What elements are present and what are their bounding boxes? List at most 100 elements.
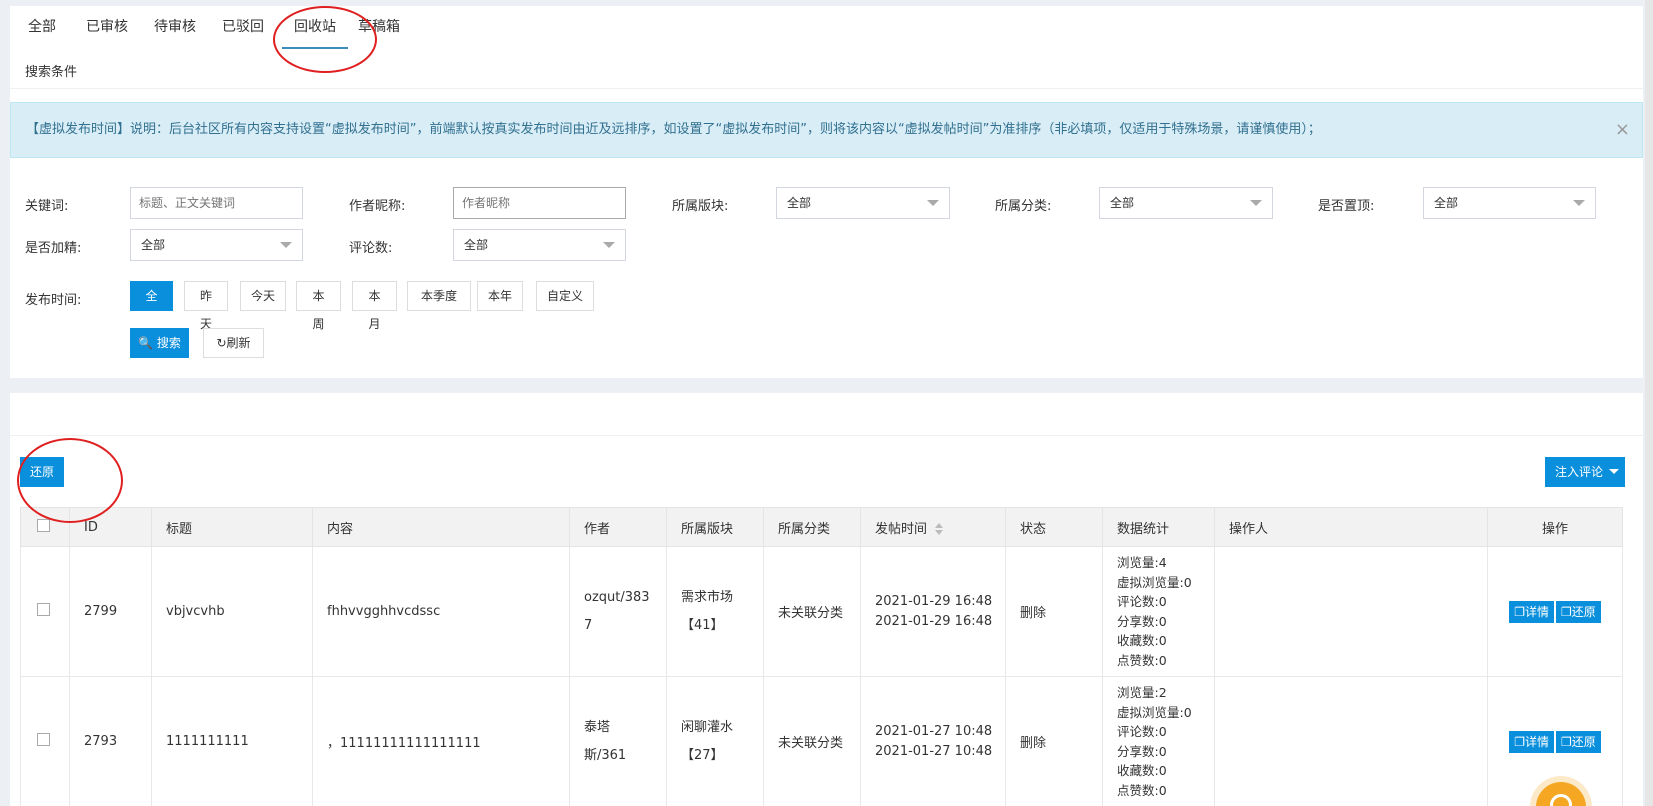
divider — [10, 88, 1643, 89]
sort-icon[interactable] — [935, 523, 944, 535]
keyword-label: 关键词: — [25, 199, 69, 214]
time-quarter-button[interactable]: 本季度 — [407, 281, 471, 311]
col-board: 所属版块 — [666, 507, 764, 547]
featured-select[interactable]: 全部 — [130, 229, 303, 261]
cell-stats: 浏览量:4 虚拟浏览量:0 评论数:0 分享数:0 收藏数:0 点赞数:0 — [1102, 546, 1215, 677]
author-input[interactable] — [453, 187, 626, 219]
col-operator: 操作人 — [1214, 507, 1488, 547]
cell-post-time: 2021-01-29 16:48 2021-01-29 16:48 — [860, 546, 1006, 677]
detail-button[interactable]: ❐详情 — [1509, 730, 1554, 753]
tab-drafts[interactable]: 草稿箱 — [352, 6, 406, 49]
chevron-down-icon — [1609, 469, 1619, 474]
chevron-down-icon — [603, 242, 615, 248]
tab-pending[interactable]: 待审核 — [148, 6, 202, 49]
time-all-button[interactable]: 全部 — [130, 281, 173, 331]
board-select[interactable]: 全部 — [776, 187, 950, 219]
category-value: 全部 — [1110, 196, 1135, 210]
row-select-cell — [20, 546, 70, 677]
inject-comment-button[interactable]: 注入评论 — [1545, 457, 1625, 487]
close-icon[interactable]: × — [1615, 103, 1630, 157]
cell-author: ozqut/383 7 — [569, 546, 667, 677]
col-title: 标题 — [151, 507, 313, 547]
category-label: 所属分类: — [995, 199, 1052, 214]
table-header-row: ID 标题 内容 作者 所属版块 所属分类 发帖时间 状态 数据统计 操作人 操… — [20, 507, 1623, 547]
col-author: 作者 — [569, 507, 667, 547]
time-year-button[interactable]: 本年 — [477, 281, 523, 311]
comments-value: 全部 — [464, 238, 489, 252]
select-all-cell — [20, 507, 70, 547]
row-restore-button[interactable]: ❐还原 — [1556, 600, 1601, 623]
top-value: 全部 — [1434, 196, 1459, 210]
chevron-down-icon — [280, 242, 292, 248]
board-value: 全部 — [787, 196, 812, 210]
copy-icon: ❐ — [1514, 734, 1525, 749]
search-icon: 🔍 — [138, 336, 154, 350]
chat-icon — [1550, 794, 1572, 806]
time-label: 发布时间: — [25, 293, 82, 308]
tab-rejected[interactable]: 已驳回 — [216, 6, 270, 49]
cell-id: 2793 — [69, 676, 152, 806]
list-panel: 还原 注入评论 ID 标题 内容 作者 所属版块 所属分类 发帖时间 状态 数据… — [10, 393, 1643, 806]
row-restore-button[interactable]: ❐还原 — [1556, 730, 1601, 753]
tab-approved[interactable]: 已审核 — [80, 6, 134, 49]
time-yesterday-button[interactable]: 昨天 — [184, 281, 228, 331]
row-checkbox[interactable] — [37, 733, 50, 746]
search-button[interactable]: 🔍 搜索 — [130, 328, 189, 358]
table-row: 2793 1111111111 ，11111111111111111 泰塔 斯/3… — [20, 676, 1623, 806]
tab-all[interactable]: 全部 — [22, 6, 62, 49]
keyword-input[interactable] — [130, 187, 303, 219]
copy-icon: ❐ — [1561, 604, 1572, 619]
cell-content: ，11111111111111111 — [312, 676, 570, 806]
featured-label: 是否加精: — [25, 241, 82, 256]
col-content: 内容 — [312, 507, 570, 547]
top-select[interactable]: 全部 — [1423, 187, 1596, 219]
status-tabs: 全部 已审核 待审核 已驳回 回收站 草稿箱 — [10, 6, 1643, 49]
select-all-checkbox[interactable] — [37, 518, 50, 532]
scrollbar[interactable] — [1645, 0, 1653, 806]
cell-category: 未关联分类 — [763, 676, 861, 806]
cell-status: 删除 — [1005, 676, 1103, 806]
time-today-button[interactable]: 今天 — [240, 281, 286, 311]
detail-button[interactable]: ❐详情 — [1509, 600, 1554, 623]
col-status: 状态 — [1005, 507, 1103, 547]
row-select-cell — [20, 676, 70, 806]
col-id: ID — [69, 507, 152, 547]
category-select[interactable]: 全部 — [1099, 187, 1273, 219]
cell-stats: 浏览量:2 虚拟浏览量:0 评论数:0 分享数:0 收藏数:0 点赞数:0 — [1102, 676, 1215, 806]
cell-operator — [1214, 546, 1488, 677]
cell-author: 泰塔 斯/361 — [569, 676, 667, 806]
alert-text: 【虚拟发布时间】说明：后台社区所有内容支持设置“虚拟发布时间”，前端默认按真实发… — [26, 122, 1321, 137]
cell-post-time: 2021-01-27 10:48 2021-01-27 10:48 — [860, 676, 1006, 806]
info-alert: 【虚拟发布时间】说明：后台社区所有内容支持设置“虚拟发布时间”，前端默认按真实发… — [10, 102, 1643, 158]
cell-board: 闲聊灌水 【27】 — [666, 676, 764, 806]
board-label: 所属版块: — [672, 199, 729, 214]
time-custom-button[interactable]: 自定义 — [536, 281, 594, 311]
col-post-time[interactable]: 发帖时间 — [860, 507, 1006, 547]
refresh-button[interactable]: ↻刷新 — [203, 328, 264, 358]
chevron-down-icon — [927, 200, 939, 206]
featured-value: 全部 — [141, 238, 166, 252]
top-label: 是否置顶: — [1318, 199, 1375, 214]
table-row: 2799 vbjvcvhb fhhvvgghhvcdssc ozqut/383 7… — [20, 546, 1623, 677]
cell-id: 2799 — [69, 546, 152, 677]
refresh-icon: ↻ — [216, 336, 227, 350]
copy-icon: ❐ — [1514, 604, 1525, 619]
time-month-button[interactable]: 本月 — [352, 281, 397, 331]
author-label: 作者昵称: — [349, 199, 406, 214]
cell-operator — [1214, 676, 1488, 806]
cell-actions: ❐详情 ❐还原 — [1487, 546, 1623, 677]
cell-category: 未关联分类 — [763, 546, 861, 677]
col-stats: 数据统计 — [1102, 507, 1215, 547]
time-week-button[interactable]: 本周 — [296, 281, 341, 331]
comments-select[interactable]: 全部 — [453, 229, 626, 261]
col-actions: 操作 — [1487, 507, 1623, 547]
tab-recycle-bin[interactable]: 回收站 — [282, 6, 348, 49]
search-title: 搜索条件 — [25, 65, 78, 80]
cell-title: vbjvcvhb — [151, 546, 313, 677]
copy-icon: ❐ — [1561, 734, 1572, 749]
cell-board: 需求市场 【41】 — [666, 546, 764, 677]
cell-status: 删除 — [1005, 546, 1103, 677]
comments-label: 评论数: — [349, 241, 393, 256]
restore-button[interactable]: 还原 — [20, 457, 64, 487]
row-checkbox[interactable] — [37, 603, 50, 616]
